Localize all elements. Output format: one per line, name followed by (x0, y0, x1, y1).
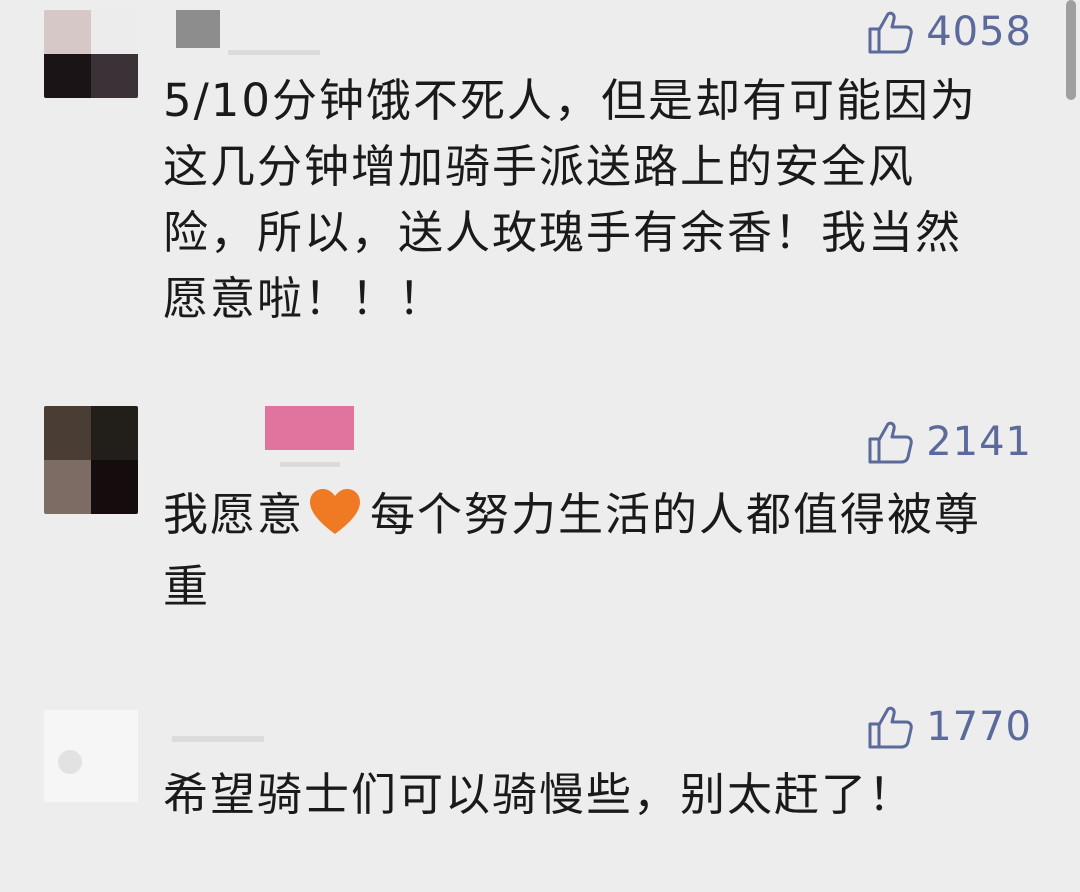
orange-heart-icon (308, 488, 362, 554)
like-count: 2141 (926, 419, 1032, 465)
comment-text: 希望骑士们可以骑慢些，别太赶了！ (163, 768, 916, 821)
like-button[interactable]: 1770 (866, 703, 1032, 751)
comment-text-part: 我愿意 (163, 488, 305, 541)
username-redacted[interactable] (176, 10, 220, 48)
like-button[interactable]: 2141 (866, 418, 1032, 466)
username-blur-trail (228, 50, 320, 55)
like-count: 4058 (926, 9, 1032, 55)
comment-text: 我愿意 每个努力生活的人都值得被尊重 (163, 482, 993, 620)
like-count: 1770 (926, 704, 1032, 750)
avatar[interactable] (44, 10, 138, 98)
avatar[interactable] (44, 406, 138, 514)
username-blur-trail[interactable] (172, 736, 264, 742)
thumbs-up-icon (868, 11, 913, 54)
like-button[interactable]: 4058 (866, 8, 1032, 56)
scrollbar[interactable] (1066, 0, 1076, 100)
comment-text: 5/10分钟饿不死人，但是却有可能因为这几分钟增加骑手派送路上的安全风险，所以，… (163, 74, 978, 325)
username-blur-trail (280, 462, 340, 467)
thumbs-up-icon (868, 706, 913, 749)
avatar[interactable] (44, 710, 138, 802)
thumbs-up-icon (868, 421, 913, 464)
username-redacted[interactable] (265, 406, 354, 450)
